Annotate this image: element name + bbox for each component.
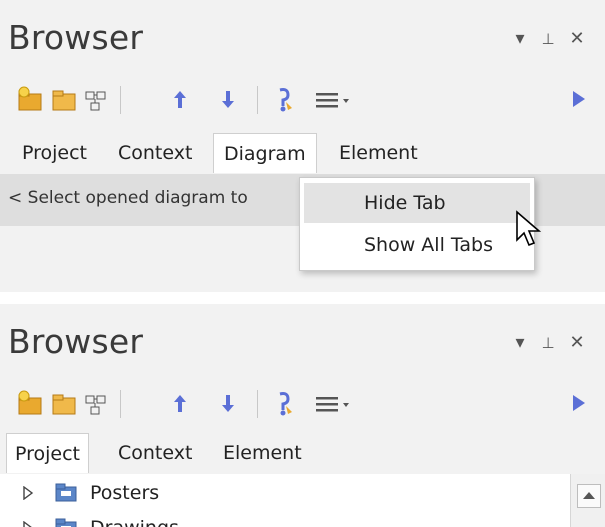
tree-item-label: Drawings xyxy=(90,510,179,527)
diagram-icon[interactable] xyxy=(82,84,110,114)
tab-element[interactable]: Element xyxy=(331,133,426,173)
mouse-cursor-icon xyxy=(516,210,542,247)
panel-title: Browser xyxy=(8,322,144,361)
diagram-icon[interactable] xyxy=(82,388,110,418)
title-bar: Browser ▾ ⊥ ✕ xyxy=(0,0,605,78)
new-package-icon[interactable] xyxy=(16,388,44,418)
toolbar-separator xyxy=(257,390,258,418)
tab-project[interactable]: Project xyxy=(6,433,90,473)
tree-item-label: Posters xyxy=(90,482,160,504)
hint-text: < Select opened diagram to xyxy=(8,188,248,208)
properties-icon[interactable] xyxy=(270,388,298,418)
tab-element[interactable]: Element xyxy=(215,433,310,473)
expand-arrow-icon[interactable] xyxy=(22,521,34,527)
properties-icon[interactable] xyxy=(270,84,298,114)
vertical-scrollbar[interactable] xyxy=(570,474,605,527)
toolbar-separator xyxy=(257,86,258,114)
dropdown-icon[interactable]: ▾ xyxy=(509,332,531,354)
toolbar-separator xyxy=(120,86,121,114)
pin-icon[interactable]: ⊥ xyxy=(537,332,559,354)
new-folder-icon[interactable] xyxy=(50,388,78,418)
menu-item-show-all-tabs[interactable]: Show All Tabs xyxy=(304,225,530,265)
expand-arrow-icon[interactable] xyxy=(22,486,34,500)
browser-panel-top-2: Browser ▾ ⊥ ✕ Project Context Element Po… xyxy=(0,304,605,527)
menu-item-hide-tab[interactable]: Hide Tab xyxy=(304,183,530,223)
run-icon[interactable] xyxy=(564,388,592,418)
package-folder-icon xyxy=(55,518,77,527)
toolbar xyxy=(0,382,605,424)
move-up-icon[interactable] xyxy=(166,84,194,114)
scroll-up-button[interactable] xyxy=(577,484,601,508)
menu-icon[interactable] xyxy=(312,84,366,114)
close-icon[interactable]: ✕ xyxy=(566,332,588,354)
toolbar xyxy=(0,78,605,120)
tab-context[interactable]: Context xyxy=(110,133,200,173)
new-package-icon[interactable] xyxy=(16,84,44,114)
pin-icon[interactable]: ⊥ xyxy=(537,28,559,50)
run-icon[interactable] xyxy=(564,84,592,114)
project-tree: Posters Drawings xyxy=(0,474,605,527)
menu-icon[interactable] xyxy=(312,388,366,418)
tab-strip: Project Context Element xyxy=(0,426,605,474)
dropdown-icon[interactable]: ▾ xyxy=(509,28,531,50)
move-down-icon[interactable] xyxy=(214,388,242,418)
context-menu: Hide Tab Show All Tabs xyxy=(299,177,535,271)
panel-title: Browser xyxy=(8,18,144,57)
browser-panel-top: Browser ▾ ⊥ ✕ Project Context Diagram El… xyxy=(0,0,605,292)
close-icon[interactable]: ✕ xyxy=(566,28,588,50)
toolbar-separator xyxy=(120,390,121,418)
package-folder-icon xyxy=(55,483,77,502)
tab-project[interactable]: Project xyxy=(14,133,95,173)
tab-diagram[interactable]: Diagram xyxy=(213,133,317,173)
tab-strip: Project Context Diagram Element xyxy=(0,126,605,174)
move-up-icon[interactable] xyxy=(166,388,194,418)
move-down-icon[interactable] xyxy=(214,84,242,114)
title-bar: Browser ▾ ⊥ ✕ xyxy=(0,304,605,382)
tab-context[interactable]: Context xyxy=(110,433,200,473)
new-folder-icon[interactable] xyxy=(50,84,78,114)
